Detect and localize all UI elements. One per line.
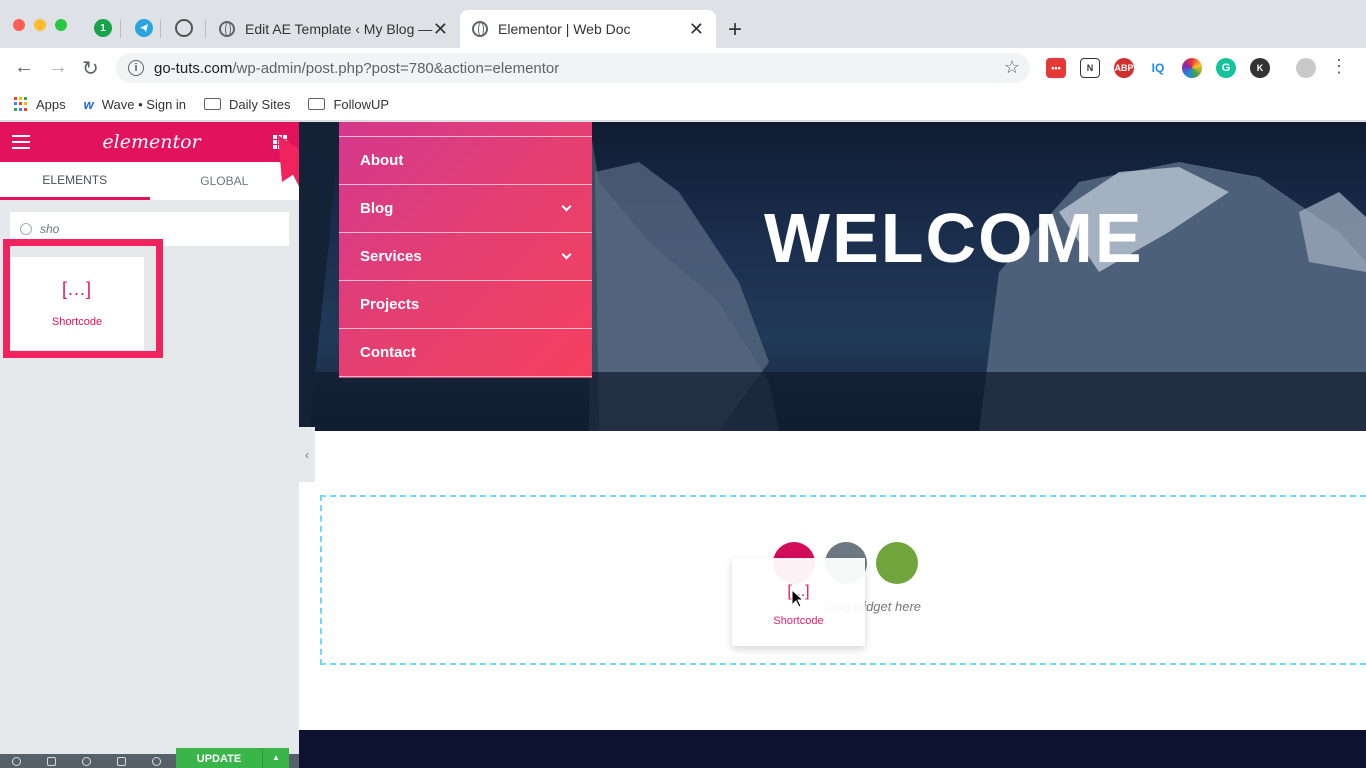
chevron-down-icon <box>561 249 572 260</box>
tab-elementor-web-doc[interactable]: Elementor | Web Doc ✕ <box>460 10 716 48</box>
footer-section <box>299 730 1366 768</box>
menu-item-services[interactable]: Services <box>339 233 592 281</box>
chrome-menu-icon[interactable]: ⋮ <box>1330 56 1348 77</box>
widget-label: Shortcode <box>773 615 824 627</box>
settings-gear-icon[interactable] <box>12 757 21 766</box>
folder-icon <box>308 98 326 110</box>
forward-button[interactable]: → <box>48 56 68 79</box>
menu-item-about[interactable]: About <box>339 137 592 185</box>
extension-iq-icon[interactable]: IQ <box>1148 58 1168 78</box>
panel-tabs: ELEMENTS GLOBAL <box>0 162 299 200</box>
hero-title: WELCOME <box>764 199 1144 277</box>
site-info-icon[interactable]: i <box>128 60 144 76</box>
save-options-button[interactable]: ▲ <box>262 748 289 768</box>
address-bar[interactable]: i go-tuts.com/wp-admin/post.php?post=780… <box>116 53 1030 83</box>
reload-button[interactable]: ↻ <box>82 56 99 81</box>
browser-toolbar: ← → ↻ i go-tuts.com/wp-admin/post.php?po… <box>0 48 1366 88</box>
ae-template-button[interactable] <box>876 542 918 584</box>
bookmark-apps[interactable]: Apps <box>14 97 66 112</box>
panel-header: elementor <box>0 122 299 162</box>
browser-tabstrip: 1 Edit AE Template ‹ My Blog — ✕ Element… <box>0 0 1366 48</box>
folder-icon <box>204 98 222 110</box>
wave-logo-icon: w <box>83 96 94 112</box>
telegram-icon <box>140 24 148 32</box>
apps-grid-icon <box>14 97 28 111</box>
minimize-window-button[interactable] <box>34 19 46 31</box>
elementor-panel: elementor ELEMENTS GLOBAL [...] Shortcod… <box>0 122 299 768</box>
extension-grammarly-icon[interactable]: G <box>1216 58 1236 78</box>
extension-k-icon[interactable]: K <box>1250 58 1270 78</box>
mouse-cursor-icon <box>791 589 805 608</box>
close-tab-icon[interactable]: ✕ <box>433 19 448 40</box>
collapse-panel-button[interactable]: ‹ <box>299 427 315 482</box>
hero-section: WELCOME About Blog Services Projects Con… <box>299 122 1366 431</box>
profile-avatar[interactable] <box>1296 58 1316 78</box>
tab-title: Elementor | Web Doc <box>498 21 631 37</box>
highlight-annotation <box>3 239 163 358</box>
url-text[interactable]: go-tuts.com/wp-admin/post.php?post=780&a… <box>154 60 559 77</box>
preview-eye-icon[interactable] <box>152 757 161 766</box>
close-tab-icon[interactable]: ✕ <box>689 19 704 40</box>
hamburger-menu-icon[interactable] <box>12 135 30 149</box>
tab-separator <box>160 20 161 38</box>
page-preview: WELCOME About Blog Services Projects Con… <box>299 122 1366 768</box>
tab-separator <box>205 20 206 38</box>
pinned-tab-1[interactable]: 1 <box>94 19 112 37</box>
menu-item-projects[interactable]: Projects <box>339 281 592 329</box>
history-icon[interactable] <box>82 757 91 766</box>
maximize-window-button[interactable] <box>55 19 67 31</box>
close-window-button[interactable] <box>13 19 25 31</box>
elementor-logo: elementor <box>102 131 201 153</box>
tab-separator <box>120 20 121 38</box>
update-button[interactable]: UPDATE <box>176 748 262 768</box>
bookmark-daily-sites[interactable]: Daily Sites <box>204 97 290 112</box>
globe-icon <box>219 21 235 37</box>
tab-title: Edit AE Template ‹ My Blog — <box>245 21 433 37</box>
extension-adblock-icon[interactable]: ABP <box>1114 58 1134 78</box>
bookmark-wave[interactable]: w Wave • Sign in <box>84 97 186 112</box>
widget-search-input[interactable] <box>40 222 240 236</box>
tab-edit-ae-template[interactable]: Edit AE Template ‹ My Blog — ✕ <box>207 10 460 48</box>
extension-colorzilla-icon[interactable] <box>1182 58 1202 78</box>
tab-elements[interactable]: ELEMENTS <box>0 162 150 200</box>
back-button[interactable]: ← <box>14 56 34 79</box>
responsive-mode-icon[interactable] <box>117 757 126 766</box>
extension-notion-icon[interactable]: N <box>1080 58 1100 78</box>
bookmark-star-icon[interactable]: ☆ <box>1004 57 1020 78</box>
pinned-tab-web[interactable] <box>175 19 193 37</box>
pinned-tab-telegram[interactable] <box>135 19 153 37</box>
globe-icon <box>472 21 488 37</box>
bookmarks-bar: Apps w Wave • Sign in Daily Sites Follow… <box>0 88 1366 121</box>
menu-item-blog[interactable]: Blog <box>339 185 592 233</box>
menu-divider <box>339 122 592 137</box>
bookmark-followup[interactable]: FollowUP <box>308 97 389 112</box>
search-icon <box>20 223 32 235</box>
navigator-layers-icon[interactable] <box>47 757 56 766</box>
nav-dropdown-menu: About Blog Services Projects Contact <box>339 122 592 378</box>
new-tab-button[interactable]: + <box>728 16 742 44</box>
extension-lastpass-icon[interactable]: ••• <box>1046 58 1066 78</box>
chevron-down-icon <box>561 201 572 212</box>
menu-item-contact[interactable]: Contact <box>339 329 592 377</box>
